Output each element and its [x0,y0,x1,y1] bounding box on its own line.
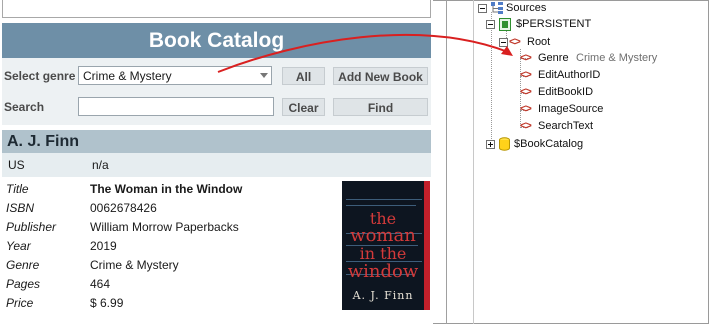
annotation-arrow [217,33,513,73]
